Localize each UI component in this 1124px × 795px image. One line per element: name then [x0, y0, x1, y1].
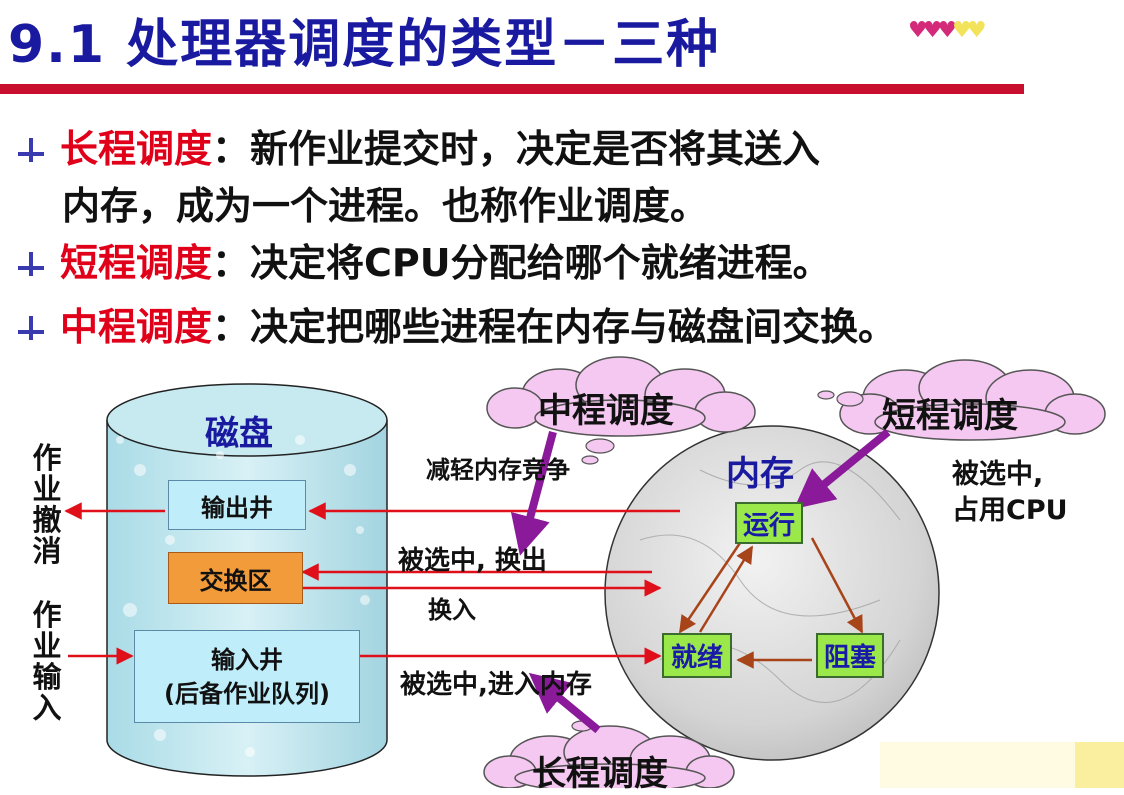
reduce-contention-label: 减轻内存竞争 — [426, 456, 570, 484]
job-input-label: 作业输入 — [32, 598, 62, 725]
state-running-box: 运行 — [735, 502, 803, 544]
selected-swap-out-label: 被选中, 换出 — [398, 546, 547, 576]
state-blocked-box: 阻塞 — [816, 633, 884, 678]
job-cancel-label: 作业撤消 — [32, 441, 62, 568]
input-well-box: 输入井 (后备作业队列) — [134, 630, 360, 723]
input-well-subtitle: (后备作业队列) — [164, 679, 330, 708]
selected-cpu-line1: 被选中, — [952, 459, 1044, 490]
disk-label: 磁盘 — [205, 414, 273, 454]
cloud-short-term-label: 短程调度 — [882, 396, 1018, 436]
swap-area-box: 交换区 — [168, 552, 303, 604]
selected-into-memory-label: 被选中,进入内存 — [400, 670, 592, 700]
selected-cpu-line2: 占用CPU — [952, 495, 1068, 526]
memory-label: 内存 — [726, 454, 794, 494]
input-well-title: 输入井 — [211, 645, 283, 674]
output-well-box: 输出井 — [168, 480, 306, 530]
cloud-mid-term-label: 中程调度 — [538, 391, 674, 431]
swap-in-label: 换入 — [428, 596, 476, 624]
state-ready-box: 就绪 — [662, 633, 732, 678]
